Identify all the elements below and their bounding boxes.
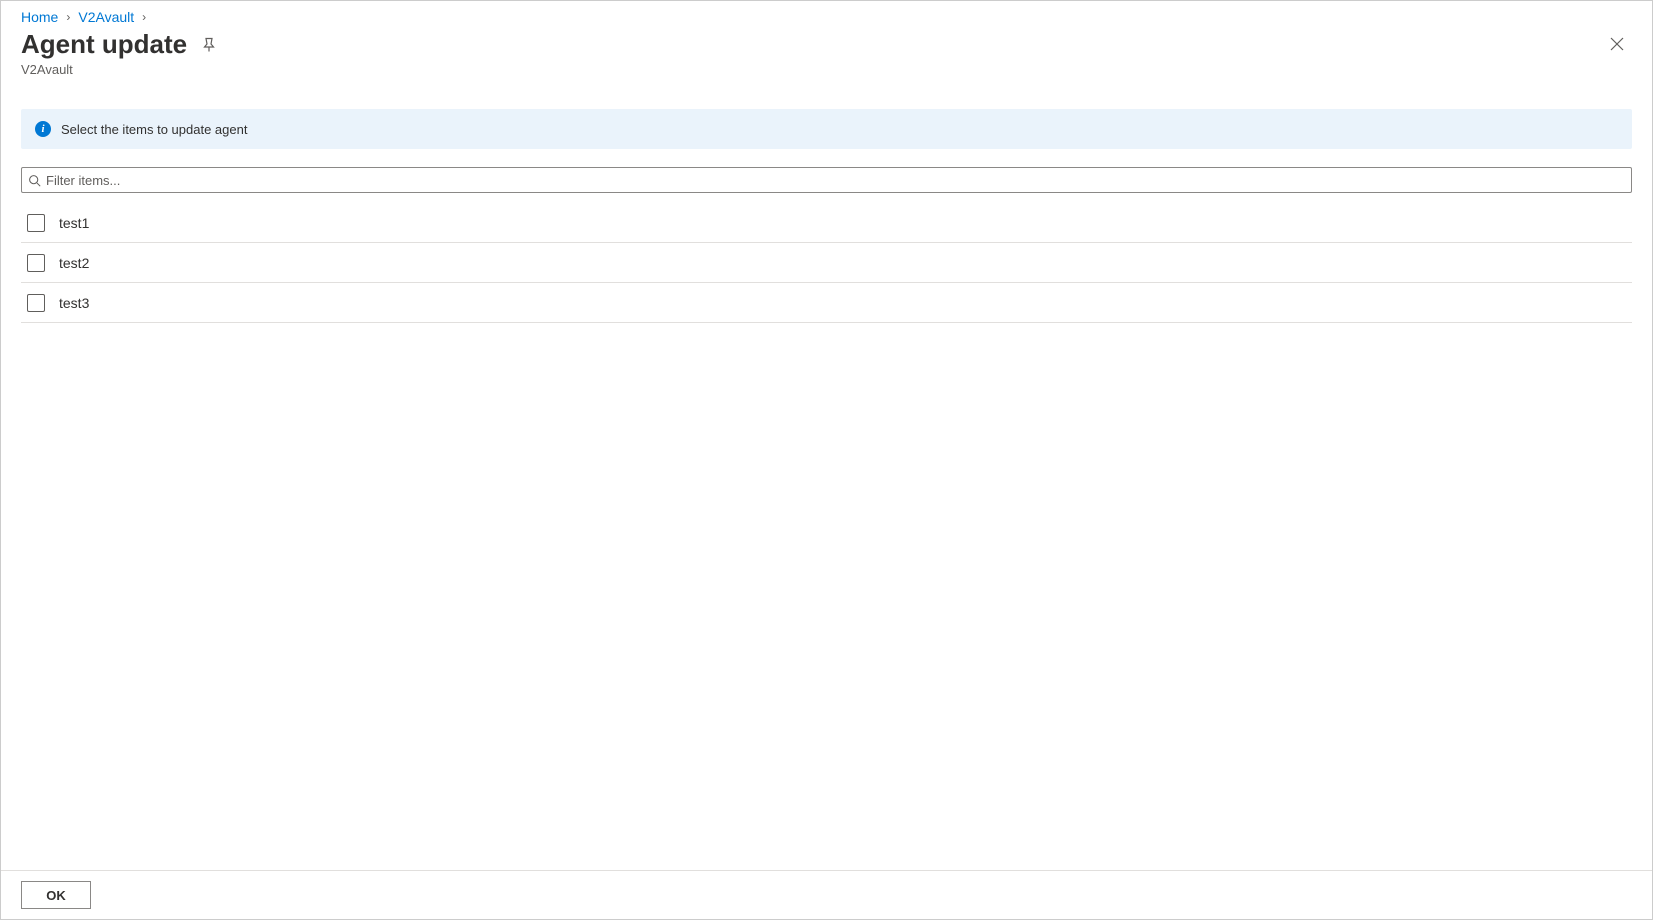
chevron-right-icon: › (66, 10, 70, 24)
list-item-label: test2 (59, 255, 89, 271)
list-item-label: test3 (59, 295, 89, 311)
filter-input[interactable] (22, 168, 1631, 192)
footer: OK (1, 870, 1652, 919)
chevron-right-icon: › (142, 10, 146, 24)
checkbox[interactable] (27, 214, 45, 232)
pin-icon[interactable] (201, 37, 217, 53)
breadcrumb-link-home[interactable]: Home (21, 9, 58, 25)
page-title: Agent update (21, 29, 187, 60)
list-item[interactable]: test3 (21, 283, 1632, 323)
list-item[interactable]: test1 (21, 203, 1632, 243)
list-item-label: test1 (59, 215, 89, 231)
breadcrumb: Home › V2Avault › (1, 1, 1652, 29)
page-header: Agent update V2Avault (1, 29, 1652, 81)
page-subtitle: V2Avault (21, 62, 217, 77)
filter-input-wrap[interactable] (21, 167, 1632, 193)
info-bar: i Select the items to update agent (21, 109, 1632, 149)
close-button[interactable] (1602, 29, 1632, 59)
list-item[interactable]: test2 (21, 243, 1632, 283)
item-list: test1 test2 test3 (21, 203, 1632, 870)
checkbox[interactable] (27, 294, 45, 312)
breadcrumb-link-vault[interactable]: V2Avault (78, 9, 134, 25)
info-icon: i (35, 121, 51, 137)
ok-button[interactable]: OK (21, 881, 91, 909)
info-message: Select the items to update agent (61, 122, 247, 137)
checkbox[interactable] (27, 254, 45, 272)
